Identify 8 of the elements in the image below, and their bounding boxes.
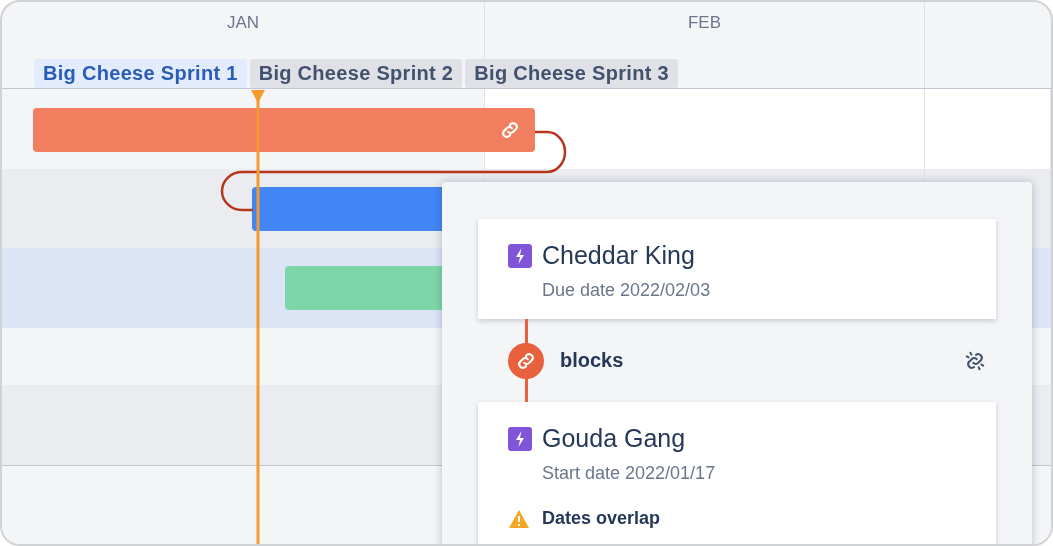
issue-title: Gouda Gang (542, 424, 687, 453)
month-label: JAN (226, 13, 260, 33)
link-type: blocks (560, 349, 625, 372)
issue-title: Cheddar King (542, 241, 696, 270)
month-label: FEB (687, 13, 722, 33)
issue-date: Start date 2022/01/17 (542, 463, 717, 484)
issue-date: Due date 2022/02/03 (542, 280, 712, 301)
warning-text: Dates overlap (542, 508, 662, 529)
